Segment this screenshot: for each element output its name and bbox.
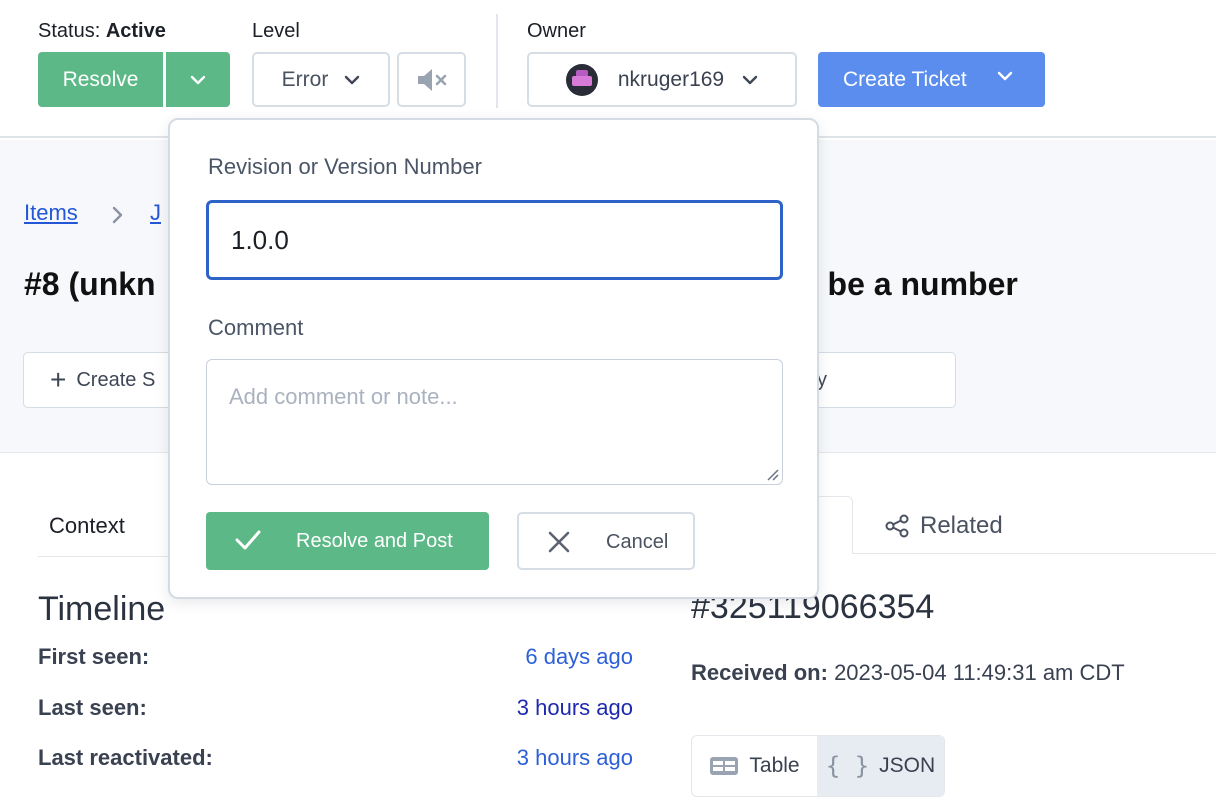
tab-divider: [38, 556, 168, 557]
status-label-text: Status:: [38, 20, 101, 42]
view-json-label: JSON: [879, 754, 936, 777]
cancel-label: Cancel: [606, 531, 669, 553]
table-icon: [710, 757, 739, 775]
breadcrumb-item-link[interactable]: J: [150, 200, 161, 226]
mute-button[interactable]: [397, 52, 466, 107]
page-title: #8 (unkn: [24, 266, 156, 302]
chevron-down-icon: [345, 75, 360, 84]
checkmark-icon: [235, 530, 261, 550]
last-seen-label: Last seen:: [38, 695, 147, 720]
chevron-down-icon: [997, 71, 1013, 81]
view-toggle: Table { } JSON: [691, 735, 945, 797]
create-ticket-button[interactable]: Create Ticket: [818, 52, 1045, 107]
tab-related-label: Related: [920, 512, 1003, 539]
resize-handle-icon[interactable]: [765, 467, 779, 481]
view-table-label: Table: [749, 754, 800, 777]
view-json-option[interactable]: { } JSON: [817, 736, 944, 796]
level-label: Level: [252, 20, 300, 42]
share-nodes-icon: [885, 514, 909, 538]
resolve-popover: Revision or Version Number 1.0.0 Comment…: [168, 118, 819, 599]
timeline-title: Timeline: [38, 590, 166, 628]
list-item: Last seen: 3 hours ago: [38, 695, 633, 721]
avatar: [565, 63, 598, 96]
status-label: Status: Active: [38, 20, 166, 43]
toolbar-divider: [496, 14, 498, 108]
level-select[interactable]: Error: [252, 52, 390, 107]
received-label: Received on:: [691, 660, 828, 685]
last-reactivated-label: Last reactivated:: [38, 745, 213, 770]
create-button-label: Create S: [76, 368, 156, 391]
breadcrumb-items-link[interactable]: Items: [24, 200, 78, 226]
resolve-button[interactable]: Resolve: [38, 52, 163, 107]
received-on: Received on: 2023-05-04 11:49:31 am CDT: [691, 660, 1125, 686]
owner-name: nkruger169: [617, 67, 725, 91]
chevron-right-icon: [112, 206, 123, 224]
first-seen-value[interactable]: 6 days ago: [525, 644, 633, 670]
view-table-option[interactable]: Table: [692, 736, 817, 796]
version-label: Revision or Version Number: [208, 154, 482, 179]
list-item: Last reactivated: 3 hours ago: [38, 745, 633, 771]
create-ticket-label: Create Ticket: [843, 67, 967, 91]
received-value: 2023-05-04 11:49:31 am CDT: [834, 660, 1125, 685]
resolve-options-button[interactable]: [166, 52, 230, 107]
page-title-continued: t be a number: [808, 266, 1018, 302]
tab-context[interactable]: Context: [49, 513, 125, 539]
comment-placeholder: Add comment or note...: [229, 384, 458, 409]
first-seen-label: First seen:: [38, 644, 150, 669]
owner-label: Owner: [527, 20, 586, 42]
level-value: Error: [281, 67, 329, 91]
close-icon: [548, 531, 570, 553]
chevron-down-icon: [742, 75, 758, 84]
list-item: First seen: 6 days ago: [38, 644, 633, 670]
comment-label: Comment: [208, 315, 304, 340]
last-reactivated-value[interactable]: 3 hours ago: [517, 745, 633, 771]
tab-divider: [852, 553, 1216, 554]
braces-icon: { }: [825, 752, 870, 780]
last-seen-value[interactable]: 3 hours ago: [517, 695, 633, 721]
comment-field[interactable]: Add comment or note...: [206, 359, 783, 485]
owner-select[interactable]: nkruger169: [527, 52, 797, 107]
tab-related[interactable]: Related: [884, 512, 1003, 540]
plus-icon: +: [50, 364, 67, 395]
resolve-and-post-button[interactable]: Resolve and Post: [206, 512, 489, 570]
speaker-mute-icon: [417, 68, 446, 91]
cancel-button[interactable]: Cancel: [517, 512, 695, 570]
status-value: Active: [105, 20, 166, 42]
version-input[interactable]: 1.0.0: [206, 200, 783, 280]
chevron-down-icon: [190, 75, 206, 84]
resolve-and-post-label: Resolve and Post: [296, 530, 453, 552]
